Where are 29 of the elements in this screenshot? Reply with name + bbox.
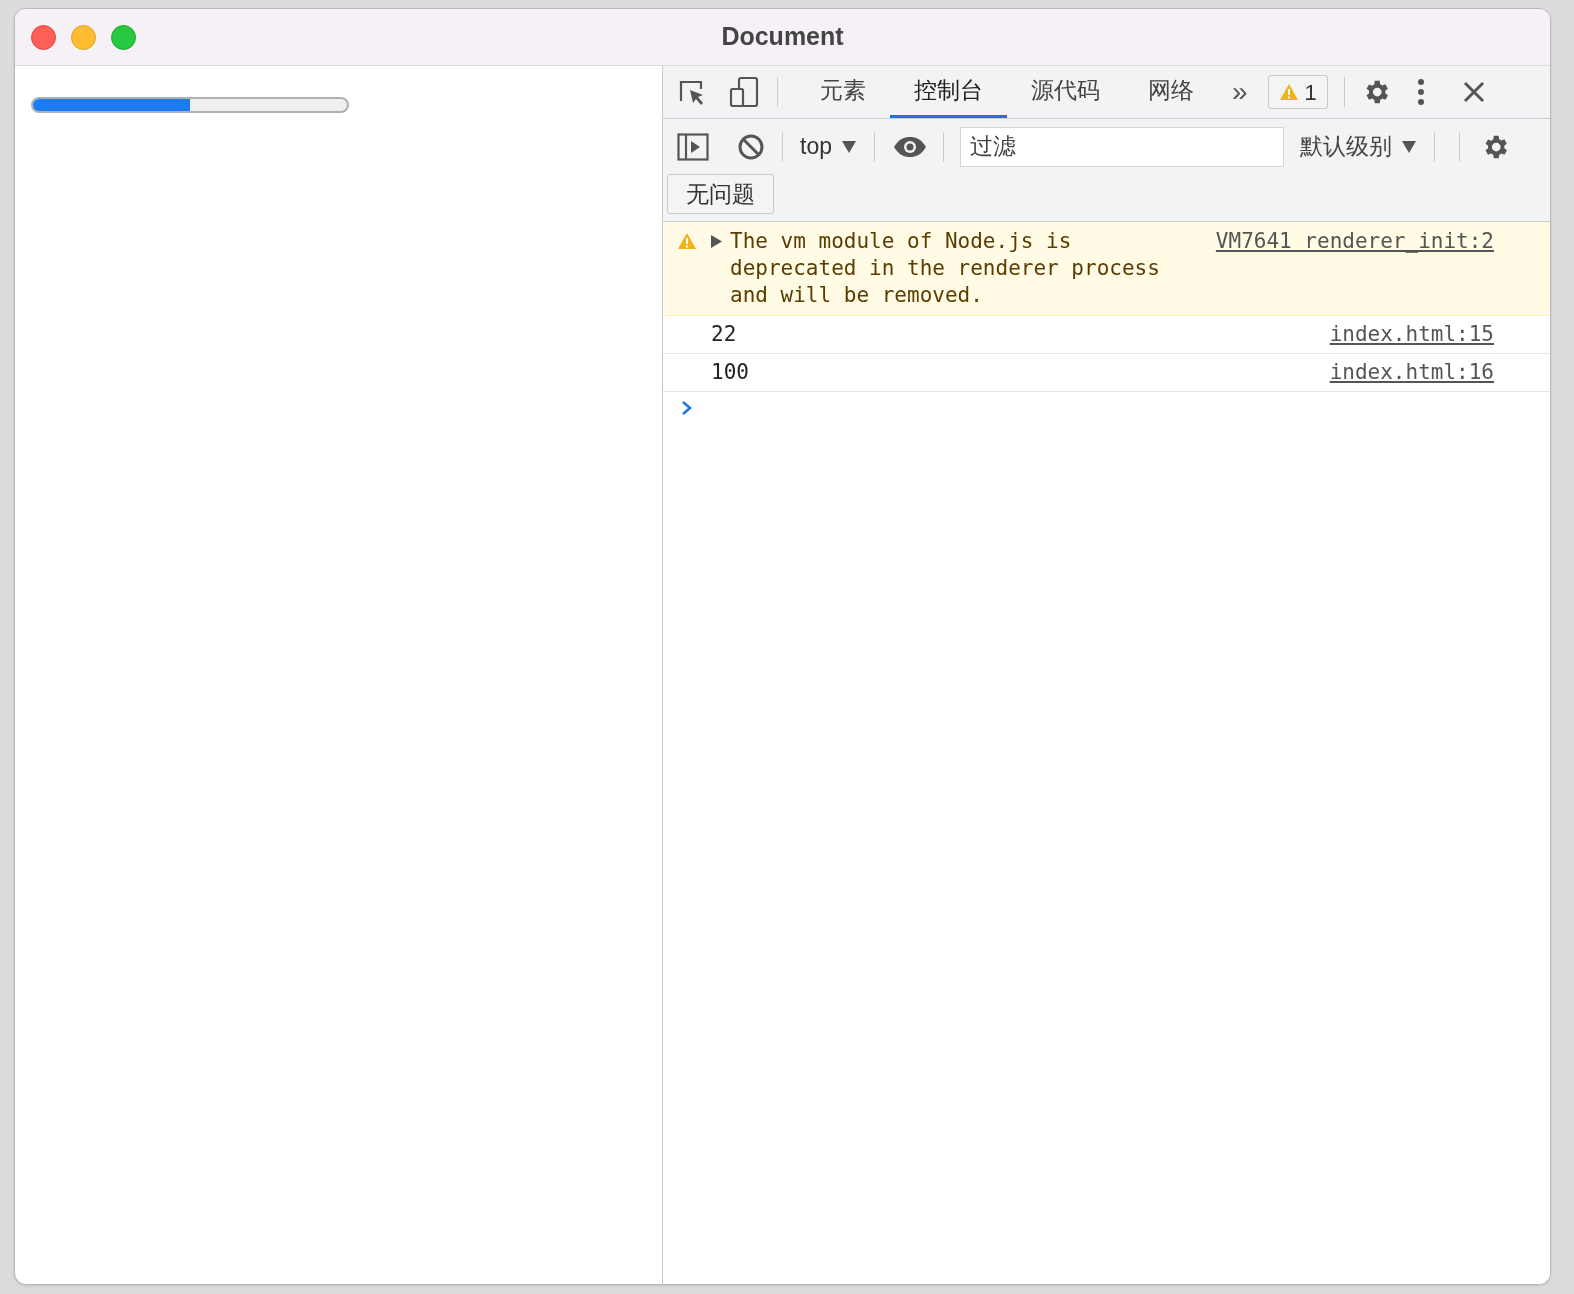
context-selector[interactable]: top (800, 129, 856, 164)
source-link[interactable]: index.html:15 (1329, 320, 1494, 349)
warning-icon (677, 232, 697, 250)
device-toggle-icon[interactable] (729, 76, 759, 108)
expand-triangle-icon[interactable] (711, 235, 722, 248)
dropdown-triangle-icon (1402, 140, 1416, 153)
close-window-button[interactable] (31, 24, 56, 50)
issues-button[interactable]: 无问题 (667, 174, 774, 214)
eye-icon[interactable] (893, 135, 927, 158)
log-message: 22 (711, 321, 737, 348)
more-options-icon[interactable] (1416, 78, 1425, 106)
panel-tab[interactable]: 网络 (1124, 66, 1218, 118)
source-link[interactable]: VM7641 renderer_init:2 (1215, 228, 1494, 255)
more-tabs-button[interactable]: » (1232, 71, 1248, 113)
source-link[interactable]: index.html:16 (1329, 358, 1494, 387)
window-title: Document (721, 21, 844, 53)
dropdown-triangle-icon (842, 140, 856, 153)
filter-input[interactable]: 过滤 (960, 126, 1284, 167)
warning-icon (1278, 83, 1299, 101)
sidebar-toggle-icon[interactable] (677, 132, 709, 161)
log-levels-dropdown[interactable]: 默认级别 (1300, 129, 1416, 164)
prompt-icon[interactable] (681, 400, 693, 416)
panel-tab[interactable]: 元素 (796, 66, 890, 118)
close-icon[interactable] (1462, 81, 1485, 103)
issues-badge[interactable]: 1 (1267, 75, 1328, 109)
clear-console-icon[interactable] (737, 132, 765, 161)
log-message: 100 (711, 359, 749, 386)
panel-tab[interactable]: 源代码 (1007, 66, 1124, 118)
warning-message: The vm module of Node.js is deprecated in the renderer process and will be removed. (730, 228, 1161, 309)
